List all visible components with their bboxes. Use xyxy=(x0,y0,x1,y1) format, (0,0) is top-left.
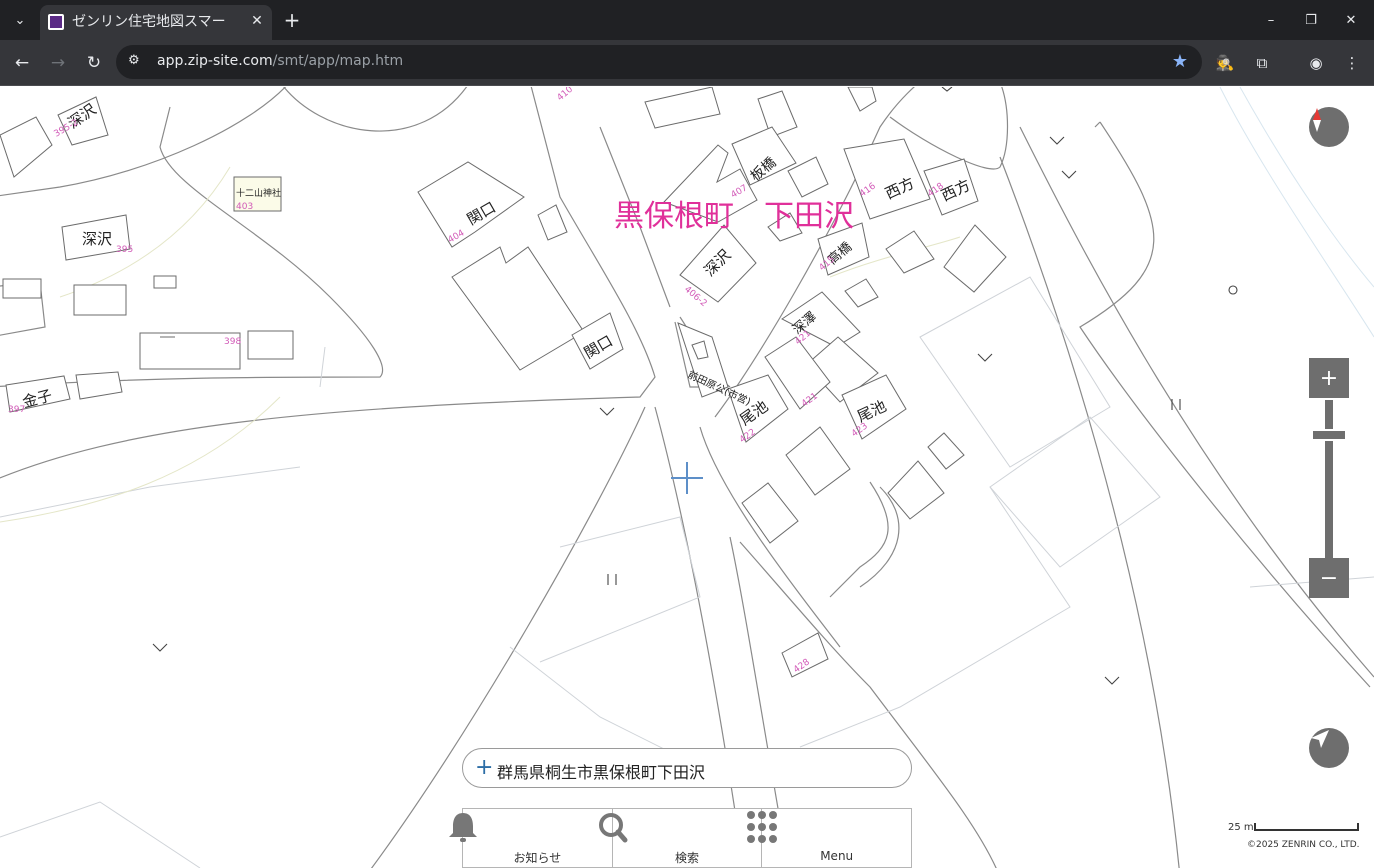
url-host: app.zip-site.com xyxy=(157,53,273,69)
building-name: 深沢 xyxy=(82,230,112,248)
tab-title: ゼンリン住宅地図スマー xyxy=(72,14,226,30)
lot-number: 410 xyxy=(556,87,576,103)
bell-icon xyxy=(449,813,477,842)
zoom-out-button[interactable]: − xyxy=(1309,558,1349,598)
back-icon[interactable]: ← xyxy=(10,51,34,75)
current-location-button[interactable] xyxy=(1309,728,1349,768)
plus-icon: + xyxy=(1319,365,1339,391)
more-menu-icon[interactable]: ⋮ xyxy=(1341,52,1363,74)
extensions-puzzle-icon[interactable]: ⧉ xyxy=(1251,52,1273,74)
building-name: 十二山神社 xyxy=(236,187,281,199)
scale-label: 25 m xyxy=(1228,822,1254,833)
lot-number: 398 xyxy=(224,337,241,347)
restore-icon[interactable]: ❐ xyxy=(1301,10,1321,30)
url-text[interactable]: app.zip-site.com/smt/app/map.htm xyxy=(157,53,403,69)
menu-button[interactable]: Menu xyxy=(747,809,911,867)
close-icon[interactable]: ✕ xyxy=(248,12,266,30)
search-label: 検索 xyxy=(675,851,700,865)
lot-number: 403 xyxy=(236,202,253,212)
address-search-bar[interactable]: + 群馬県桐生市黒保根町下田沢 xyxy=(462,748,912,788)
plus-icon[interactable]: + xyxy=(475,755,493,780)
zoom-in-button[interactable]: + xyxy=(1309,358,1349,398)
bookmark-star-icon[interactable]: ★ xyxy=(1172,51,1188,72)
profile-icon[interactable]: ◉ xyxy=(1305,52,1327,74)
menu-label: Menu xyxy=(820,849,854,863)
bottom-navigation: お知らせ 検索 Menu xyxy=(449,808,912,868)
area-label: 黒保根町 下田沢 xyxy=(614,199,854,234)
notice-label: お知らせ xyxy=(513,851,562,865)
site-info-icon[interactable]: ⚙ xyxy=(128,53,140,68)
lot-number: 397 xyxy=(8,405,25,415)
window-close-icon[interactable]: ✕ xyxy=(1341,10,1361,30)
zoom-slider-handle[interactable] xyxy=(1311,429,1347,441)
compass-button[interactable] xyxy=(1309,107,1349,147)
chevron-down-icon[interactable]: ⌄ xyxy=(8,8,32,32)
reload-icon[interactable]: ↻ xyxy=(82,51,106,75)
minus-icon: − xyxy=(1319,565,1339,591)
browser-tab[interactable]: ゼンリン住宅地図スマー ✕ xyxy=(40,5,272,40)
notice-button[interactable]: お知らせ xyxy=(449,809,613,867)
browser-tab-bar: ⌄ ゼンリン住宅地図スマー ✕ + – ❐ ✕ xyxy=(0,0,1374,40)
map-canvas[interactable]: 黒保根町 下田沢 深沢 十二山神社 関口 深沢 金子 関口 板橋 深沢 西方 西… xyxy=(0,87,1374,868)
incognito-extension-icon[interactable]: 🕵 xyxy=(1214,52,1236,74)
copyright-text: ©2025 ZENRIN CO., LTD. xyxy=(1247,840,1360,850)
scale-bar xyxy=(1254,823,1359,831)
compass-icon xyxy=(1313,108,1321,132)
browser-toolbar: ← → ↻ ⚙ app.zip-site.com/smt/app/map.htm… xyxy=(0,40,1374,86)
url-path: /smt/app/map.htm xyxy=(272,53,404,69)
address-text: 群馬県桐生市黒保根町下田沢 xyxy=(497,763,706,782)
minimize-icon[interactable]: – xyxy=(1261,10,1281,30)
navigation-arrow-icon xyxy=(1311,730,1329,748)
zoom-slider-track[interactable] xyxy=(1325,400,1333,558)
address-omnibox[interactable]: ⚙ app.zip-site.com/smt/app/map.htm ★ xyxy=(116,45,1202,79)
forward-icon[interactable]: → xyxy=(46,51,70,75)
search-button[interactable]: 検索 xyxy=(598,809,763,867)
new-tab-button[interactable]: + xyxy=(282,8,302,32)
search-icon xyxy=(598,813,628,843)
lot-number: 395 xyxy=(116,245,133,255)
grid-menu-icon xyxy=(747,811,778,843)
favicon-icon xyxy=(48,14,64,30)
